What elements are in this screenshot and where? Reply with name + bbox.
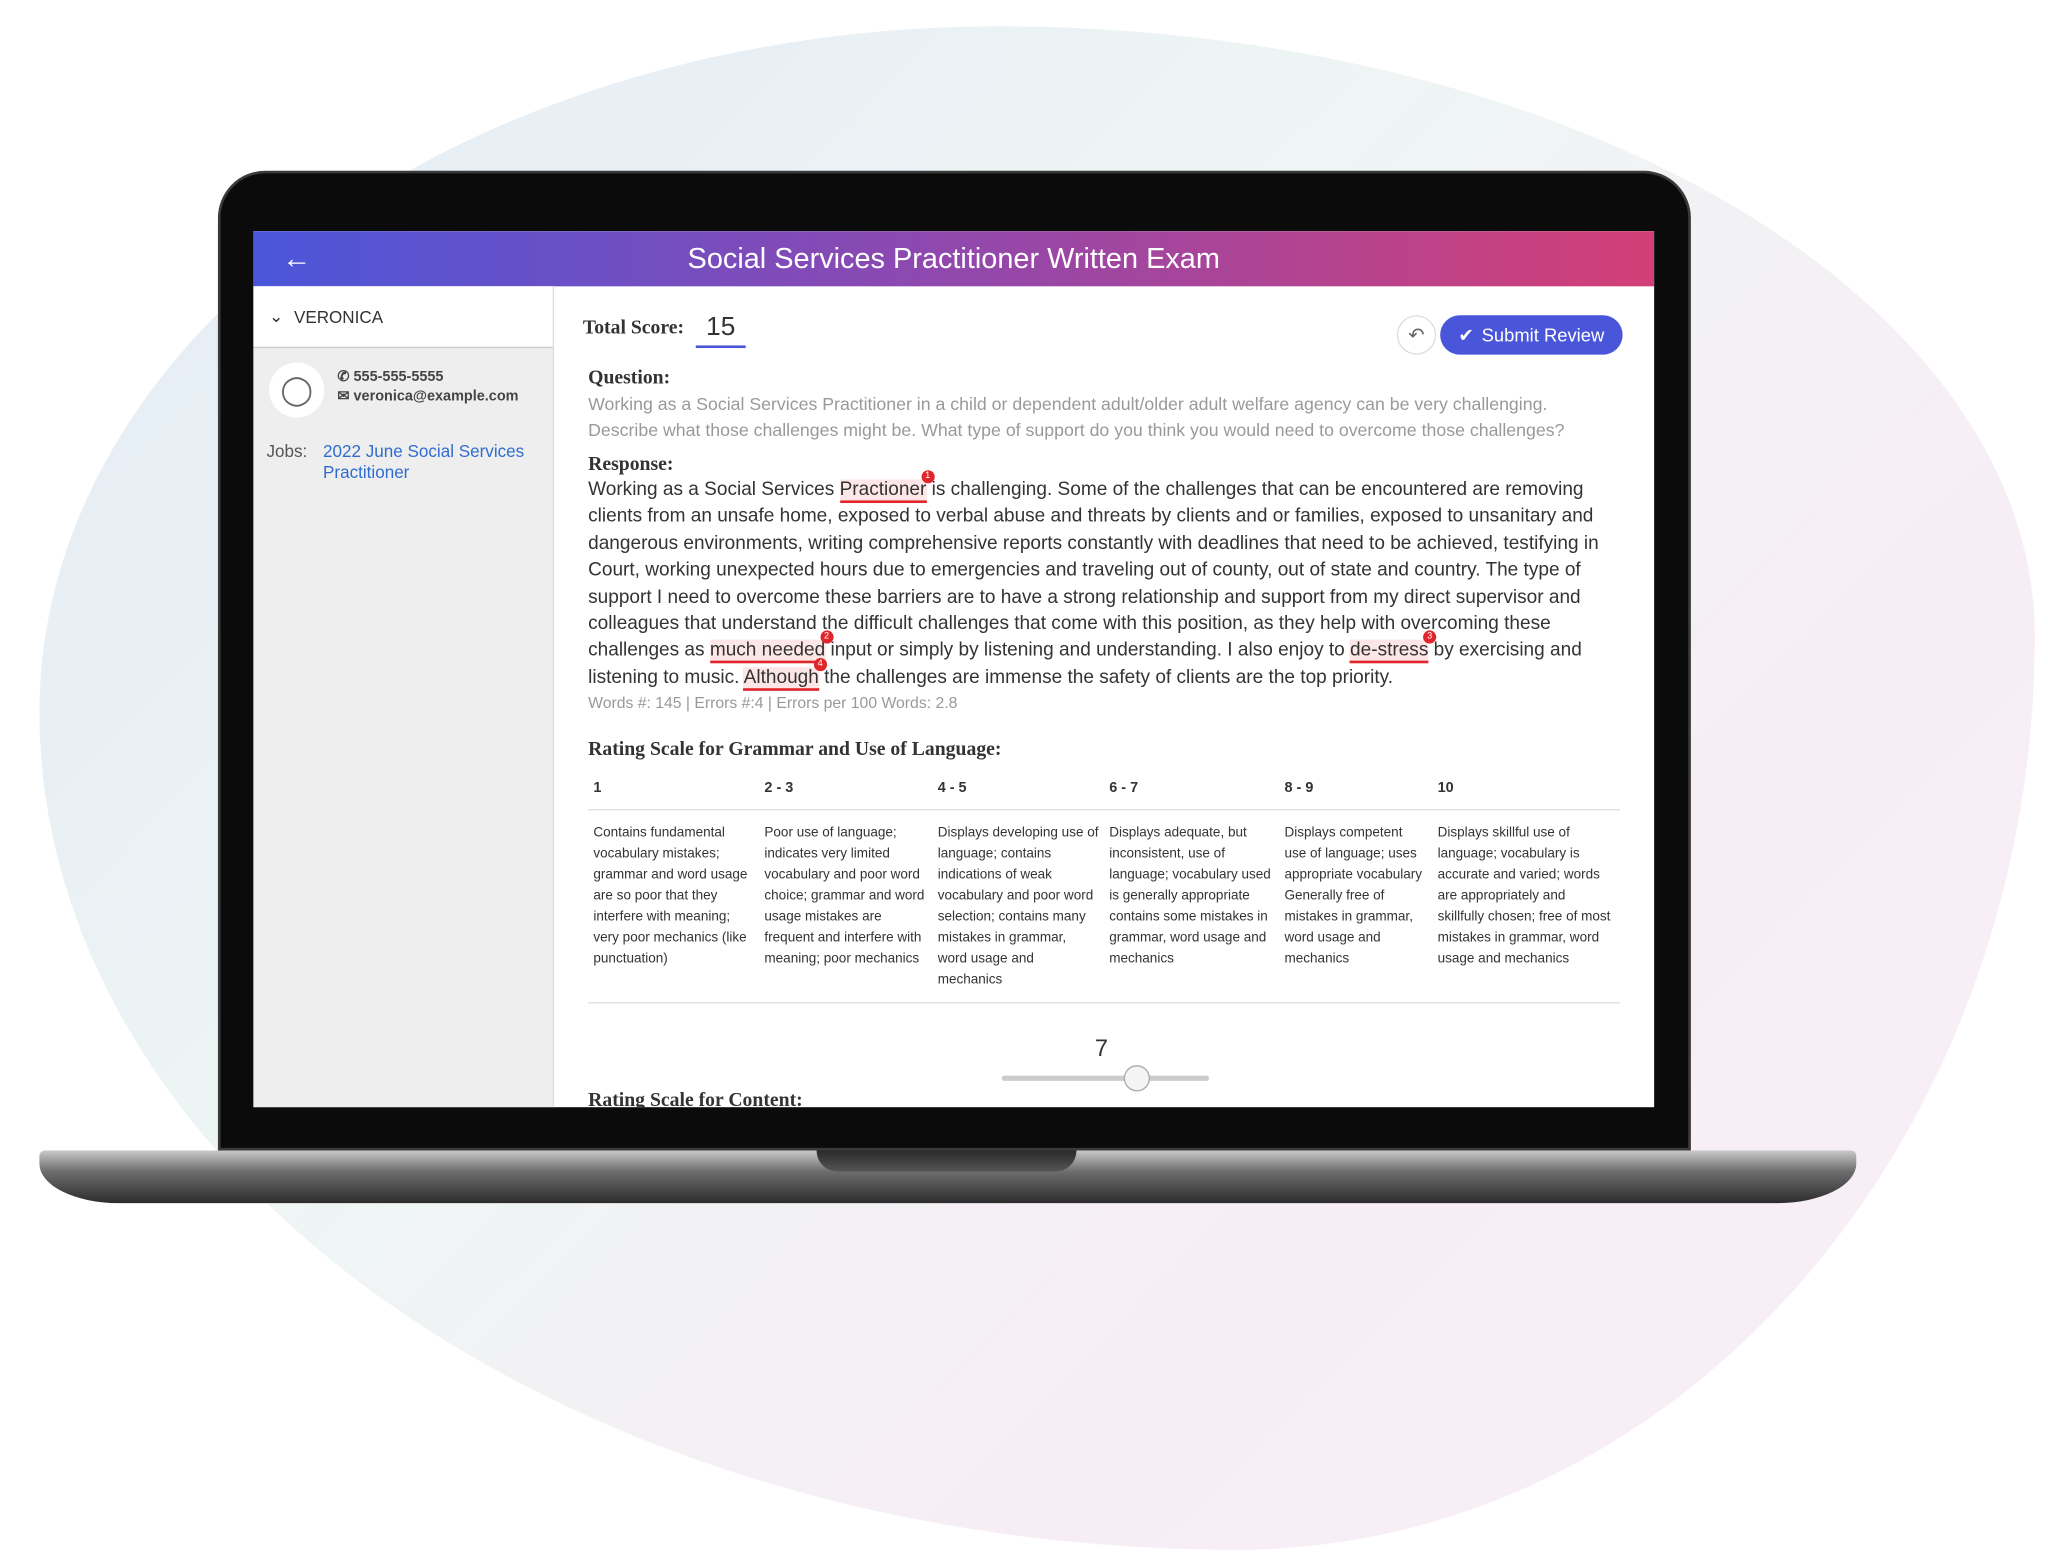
phone: ✆ 555-555-5555 (337, 368, 443, 385)
candidate-name: VERONICA (293, 306, 384, 327)
app-screen: ← Social Services Practitioner Written E… (253, 231, 1655, 1108)
scale-desc: Displays competent use of language; uses… (1279, 809, 1433, 1004)
scale-header: 4 - 5 (932, 774, 1104, 811)
rating-scale-table: 1 2 - 3 4 - 5 6 - 7 8 - 9 10 Contains fu… (588, 774, 1620, 1004)
slider-thumb[interactable] (1123, 1065, 1151, 1092)
response-part: is challenging. Some of the challenges t… (588, 479, 1599, 662)
email: ✉ veronica@example.com (337, 387, 519, 405)
mail-icon: ✉ (337, 388, 354, 405)
chevron-down-icon: ⌄ (269, 306, 284, 326)
app-header: ← Social Services Practitioner Written E… (253, 231, 1655, 287)
error-word: Practioner (839, 479, 927, 501)
response-part: Working as a Social Services (588, 479, 840, 501)
email-text: veronica@example.com (353, 388, 519, 405)
question-label: Question: (588, 367, 671, 389)
grammar-rating-value: 7 (1094, 1034, 1109, 1062)
response-text: Working as a Social Services Practioner 1… (588, 470, 1625, 691)
error-word: Although (743, 667, 819, 689)
phone-text: 555-555-5555 (353, 369, 444, 385)
scale-header: 10 (1432, 774, 1620, 811)
total-score: 15 (695, 313, 746, 349)
scale-header: 8 - 9 (1279, 774, 1433, 811)
page-title: Social Services Practitioner Written Exa… (687, 241, 1220, 275)
error-badge: 4 (813, 657, 827, 671)
scale-header: 2 - 3 (759, 774, 933, 811)
main-content: Total Score: 15 ↶ ✔ Submit Review Questio… (554, 286, 1654, 1107)
avatar: ◯ (269, 362, 325, 418)
submit-review-button[interactable]: ✔ Submit Review (1439, 315, 1623, 355)
error-badge: 1 (921, 470, 935, 484)
scale-header: 6 - 7 (1103, 774, 1280, 811)
undo-button[interactable]: ↶ (1396, 315, 1437, 355)
grammar-scale-label: Rating Scale for Grammar and Use of Lang… (588, 739, 1002, 761)
submit-label: Submit Review (1481, 324, 1605, 346)
scale-header: 1 (588, 774, 760, 811)
scale-desc: Displays adequate, but inconsistent, use… (1103, 809, 1280, 1004)
response-label: Response: (588, 454, 674, 476)
total-score-label: Total Score: (582, 317, 685, 339)
undo-icon: ↶ (1408, 324, 1425, 347)
error-highlight[interactable]: much needed 2 (709, 631, 834, 664)
job-link[interactable]: 2022 June Social Services Practitioner (323, 441, 533, 483)
grammar-rating-slider[interactable] (1001, 1065, 1210, 1092)
phone-icon: ✆ (337, 369, 354, 385)
error-highlight[interactable]: de-stress 3 (1350, 631, 1437, 664)
jobs-label: Jobs: (266, 441, 308, 462)
sidebar: ⌄ VERONICA ◯ ✆ 555-555-5555 ✉ veronica@ex… (253, 286, 555, 1108)
question-text: Working as a Social Services Practitione… (588, 394, 1565, 440)
scale-desc: Poor use of language; indicates very lim… (759, 809, 933, 1004)
content-scale-label: Rating Scale for Content: (588, 1090, 803, 1108)
error-word: de-stress (1350, 640, 1429, 662)
response-stats: Words #: 145 | Errors #:4 | Errors per 1… (588, 693, 958, 712)
error-highlight[interactable]: Although 4 (743, 657, 827, 691)
scale-desc: Displays skillful use of language; vocab… (1432, 809, 1620, 1004)
scale-desc: Contains fundamental vocabulary mistakes… (588, 809, 760, 1004)
laptop-notch (816, 1150, 1077, 1172)
candidate-toggle[interactable]: ⌄ VERONICA (253, 286, 553, 349)
response-part: the challenges are immense the safety of… (818, 667, 1394, 689)
laptop-base (39, 1150, 1857, 1204)
jobs: Jobs: 2022 June Social Services Practitio… (266, 441, 533, 483)
error-highlight[interactable]: Practioner 1 (839, 470, 935, 504)
check-circle-icon: ✔ (1458, 323, 1474, 345)
scale-desc: Displays developing use of language; con… (932, 809, 1104, 1004)
error-word: much needed (709, 640, 826, 662)
response-part: input or simply by listening and underst… (825, 640, 1351, 662)
